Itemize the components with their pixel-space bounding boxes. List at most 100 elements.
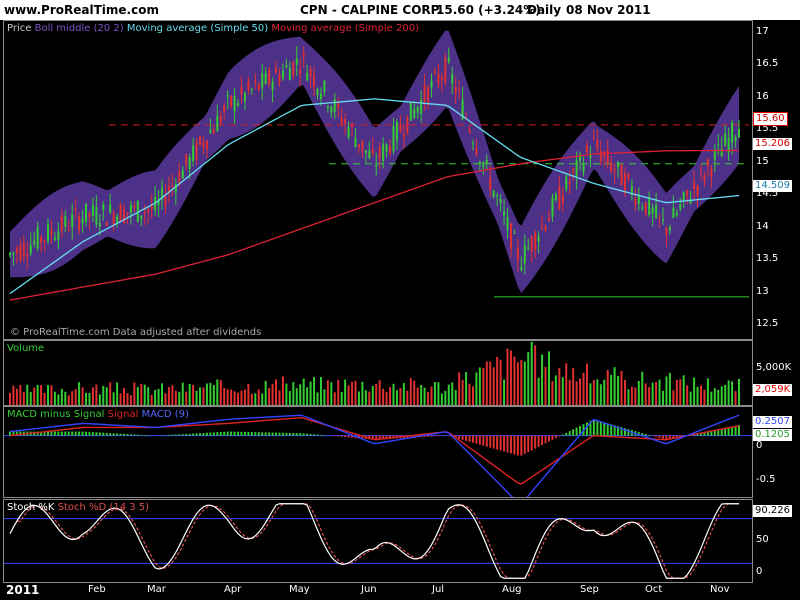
volume-bar (420, 385, 423, 405)
candle-body (478, 161, 481, 165)
volume-bar (74, 389, 77, 405)
price-tick: 15 (756, 155, 769, 167)
candle-body (109, 204, 112, 213)
volume-bar (430, 386, 433, 405)
candle-body (402, 134, 405, 138)
candle-body (634, 198, 637, 205)
volume-bar (15, 388, 18, 405)
candle-body (537, 236, 540, 242)
macd-axis: 0.2507 0.1205 0 -0.5 (752, 406, 800, 496)
volume-bar (710, 391, 713, 405)
volume-bar (447, 384, 450, 405)
volume-panel[interactable]: Volume (3, 340, 753, 406)
macd-hist-bar (192, 433, 195, 436)
volume-bar (440, 393, 443, 405)
candle-body (558, 186, 561, 210)
volume-bar (257, 389, 260, 405)
volume-legend: Volume (7, 343, 45, 354)
candle-body (357, 144, 360, 148)
macd-hist-bar (499, 435, 502, 451)
stoch-panel[interactable]: Stoch %K Stoch %D (14 3 5) (3, 499, 753, 583)
macd-hist-bar (496, 435, 499, 450)
x-axis-year: 2011 (6, 583, 40, 597)
volume-bar (433, 382, 436, 405)
volume-bar (143, 384, 146, 405)
volume-bar (558, 368, 561, 405)
volume-bar (675, 379, 678, 405)
stoch-tick-0: 0 (756, 566, 763, 577)
candle-body (606, 150, 609, 164)
volume-bar (454, 390, 457, 405)
candle-body (254, 80, 257, 83)
volume-bar (641, 371, 644, 405)
candle-body (699, 169, 702, 171)
macd-hist-bar (544, 435, 547, 444)
macd-panel[interactable]: MACD minus Signal Signal MACD (9) (3, 406, 753, 498)
candle-body (672, 207, 675, 218)
watermark: © ProRealTime.com Data adjusted after di… (10, 327, 262, 338)
candle-body (551, 198, 554, 217)
volume-bar (471, 386, 474, 405)
candle-body (140, 215, 143, 219)
macd-hist-bar (109, 433, 112, 436)
macd-hist-bar (485, 435, 488, 447)
macd-hist-bar (313, 434, 316, 436)
candle-body (119, 204, 122, 222)
macd-hist-bar (516, 435, 519, 456)
candle-body (706, 159, 709, 167)
volume-bar (319, 376, 322, 405)
volume-bar (344, 379, 347, 405)
volume-bar (565, 363, 568, 405)
candle-body (295, 58, 298, 65)
macd-hist-bar (292, 432, 295, 436)
candle-body (36, 227, 39, 249)
candle-body (237, 103, 240, 106)
volume-bar (233, 391, 236, 405)
volume-bar (534, 345, 537, 405)
candle-body (333, 98, 336, 113)
volume-bar (637, 380, 640, 405)
macd-hist-bar (344, 435, 347, 438)
macd-hist-bar (195, 433, 198, 436)
stoch-tick-50: 50 (756, 534, 769, 545)
volume-bar (561, 377, 564, 405)
volume-bar (499, 359, 502, 405)
volume-bar (36, 384, 39, 405)
volume-bar (157, 388, 160, 405)
volume-bar (43, 393, 46, 405)
volume-bar (696, 386, 699, 405)
volume-bar (26, 384, 29, 405)
macd-chart (4, 414, 752, 497)
price-panel[interactable]: Price Boll middle (20 2) Moving average … (3, 20, 753, 340)
macd-hist-bar (209, 432, 212, 436)
volume-bar (261, 393, 264, 405)
legend-stoch-d: Stoch %D (14 3 5) (57, 502, 150, 513)
macd-hist-bar (64, 431, 67, 436)
volume-bar (33, 387, 36, 405)
volume-bar (651, 382, 654, 405)
candle-body (319, 93, 322, 100)
price-tick: 13 (756, 285, 769, 297)
volume-bar (682, 375, 685, 405)
macd-hist-bar (465, 435, 468, 441)
candle-body (544, 226, 547, 231)
volume-bar (413, 380, 416, 405)
macd-hist-bar (250, 432, 253, 436)
volume-bar (537, 377, 540, 405)
macd-hist-bar (85, 431, 88, 436)
candle-body (617, 161, 620, 168)
candle-body (233, 95, 236, 112)
volume-bar (171, 385, 174, 405)
site-name[interactable]: www.ProRealTime.com (4, 3, 159, 17)
macd-hist-bar (129, 434, 132, 436)
candle-body (734, 136, 737, 141)
macd-hist-bar (261, 432, 264, 436)
volume-bar (547, 351, 550, 405)
macd-hist-bar (461, 435, 464, 440)
macd-hist-bar (478, 435, 481, 445)
candle-body (513, 232, 516, 234)
volume-bar (437, 382, 440, 405)
volume-bar (399, 388, 402, 405)
volume-bar (333, 392, 336, 405)
volume-bar (88, 392, 91, 405)
